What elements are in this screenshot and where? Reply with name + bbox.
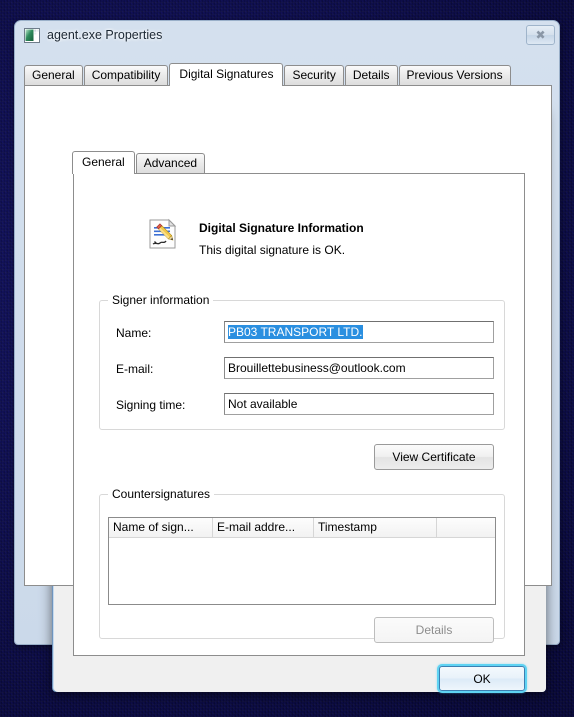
- tab-label: Advanced: [143, 156, 198, 170]
- tab-general[interactable]: General: [72, 151, 135, 174]
- tab-label: Security: [292, 68, 336, 82]
- tab-label: General: [82, 155, 125, 169]
- ok-button[interactable]: OK: [439, 666, 525, 691]
- column-header-name[interactable]: Name of sign...: [109, 518, 213, 537]
- properties-window-title: agent.exe Properties: [47, 28, 163, 42]
- signature-info-heading: Digital Signature Information: [199, 221, 364, 235]
- tab-details[interactable]: Details: [344, 65, 398, 85]
- signing-time-value: Not available: [228, 397, 298, 411]
- digital-signature-document-icon: [147, 218, 179, 250]
- countersignatures-legend: Countersignatures: [108, 487, 215, 501]
- close-icon[interactable]: ✖: [526, 25, 555, 45]
- properties-tabstrip: General Compatibility Digital Signatures…: [15, 63, 570, 86]
- signer-information-legend: Signer information: [108, 293, 214, 307]
- tab-general[interactable]: General: [24, 65, 83, 85]
- email-value: Brouillettebusiness@outlook.com: [228, 361, 406, 375]
- properties-titlebar[interactable]: agent.exe Properties ✖: [15, 21, 559, 49]
- tab-advanced[interactable]: Advanced: [135, 153, 206, 173]
- ok-label: OK: [473, 671, 491, 686]
- signing-time-label: Signing time:: [116, 398, 186, 412]
- view-certificate-button[interactable]: View Certificate: [374, 444, 494, 470]
- column-header-timestamp[interactable]: Timestamp: [314, 518, 437, 537]
- tab-previous-versions[interactable]: Previous Versions: [398, 65, 511, 85]
- application-window-icon: [24, 27, 40, 43]
- dialog-client-area: General Advanced Digital Signature Infor…: [54, 141, 546, 692]
- signing-time-input[interactable]: Not available: [224, 393, 494, 415]
- tab-label: Digital Signatures: [179, 67, 274, 81]
- column-header-blank[interactable]: [437, 518, 495, 537]
- name-value: PB03 TRANSPORT LTD.: [228, 325, 363, 339]
- email-label: E-mail:: [116, 362, 154, 376]
- signature-info-status: This digital signature is OK.: [199, 243, 346, 257]
- tab-label: Previous Versions: [406, 68, 503, 82]
- tab-digital-signatures[interactable]: Digital Signatures: [169, 63, 284, 86]
- column-header-email[interactable]: E-mail addre...: [213, 518, 314, 537]
- email-input[interactable]: Brouillettebusiness@outlook.com: [224, 357, 494, 379]
- dialog-tabstrip: General Advanced: [63, 151, 542, 174]
- name-input[interactable]: PB03 TRANSPORT LTD.: [224, 321, 494, 343]
- name-label: Name:: [116, 326, 152, 340]
- view-certificate-label: View Certificate: [392, 450, 476, 464]
- details-label: Details: [415, 623, 453, 637]
- countersignatures-listview[interactable]: Name of sign... E-mail addre... Timestam…: [108, 517, 496, 605]
- countersignature-details-button[interactable]: Details: [374, 617, 494, 643]
- tab-label: General: [32, 68, 75, 82]
- tab-security[interactable]: Security: [284, 65, 344, 85]
- tab-label: Details: [352, 68, 390, 82]
- digital-signature-details-dialog: Digital Signature Details ? ✖ General Ad…: [52, 107, 546, 692]
- countersignatures-header-row: Name of sign... E-mail addre... Timestam…: [109, 518, 495, 538]
- tab-label: Compatibility: [91, 68, 161, 82]
- close-glyph: ✖: [535, 28, 546, 42]
- tab-compatibility[interactable]: Compatibility: [83, 65, 169, 85]
- dialog-tab-page: Digital Signature Information This digit…: [73, 173, 525, 656]
